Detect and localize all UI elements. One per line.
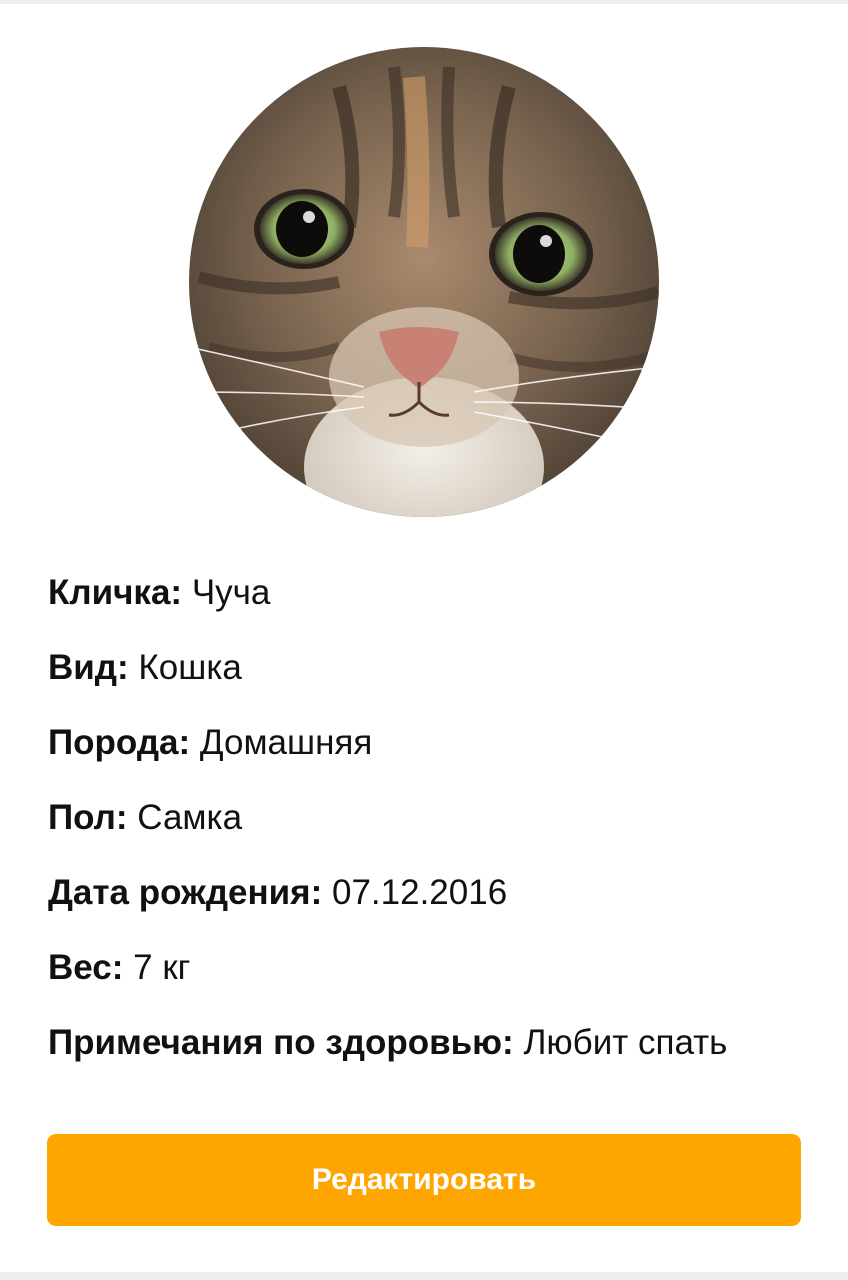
field-weight-value: 7 кг	[133, 948, 191, 987]
pet-avatar	[189, 47, 659, 517]
cat-photo-icon	[189, 47, 659, 517]
field-sex: Пол: Самка	[48, 790, 808, 865]
field-health-notes: Примечания по здоровью: Любит спать	[48, 1015, 808, 1090]
field-species: Вид: Кошка	[48, 640, 808, 715]
field-name-value: Чуча	[191, 573, 271, 612]
field-weight: Вес: 7 кг	[48, 940, 808, 1015]
field-sex-label: Пол:	[48, 798, 128, 837]
field-species-value: Кошка	[138, 648, 242, 687]
field-name: Кличка: Чуча	[48, 565, 808, 640]
pet-info-list: Кличка: Чуча Вид: Кошка Порода: Домашняя…	[48, 565, 808, 1090]
field-health-notes-value: Любит спать	[523, 1023, 728, 1062]
field-sex-value: Самка	[137, 798, 243, 837]
bottom-edge	[0, 1272, 848, 1280]
field-breed: Порода: Домашняя	[48, 715, 808, 790]
field-breed-value: Домашняя	[199, 723, 373, 762]
field-birth-date-label: Дата рождения:	[48, 873, 323, 912]
edit-button[interactable]: Редактировать	[47, 1134, 801, 1226]
field-weight-label: Вес:	[48, 948, 124, 987]
field-name-label: Кличка:	[48, 573, 183, 612]
field-breed-label: Порода:	[48, 723, 191, 762]
field-birth-date-value: 07.12.2016	[332, 873, 508, 912]
field-health-notes-label: Примечания по здоровью:	[48, 1023, 514, 1062]
top-edge	[0, 0, 848, 4]
field-birth-date: Дата рождения: 07.12.2016	[48, 865, 808, 940]
field-species-label: Вид:	[48, 648, 129, 687]
